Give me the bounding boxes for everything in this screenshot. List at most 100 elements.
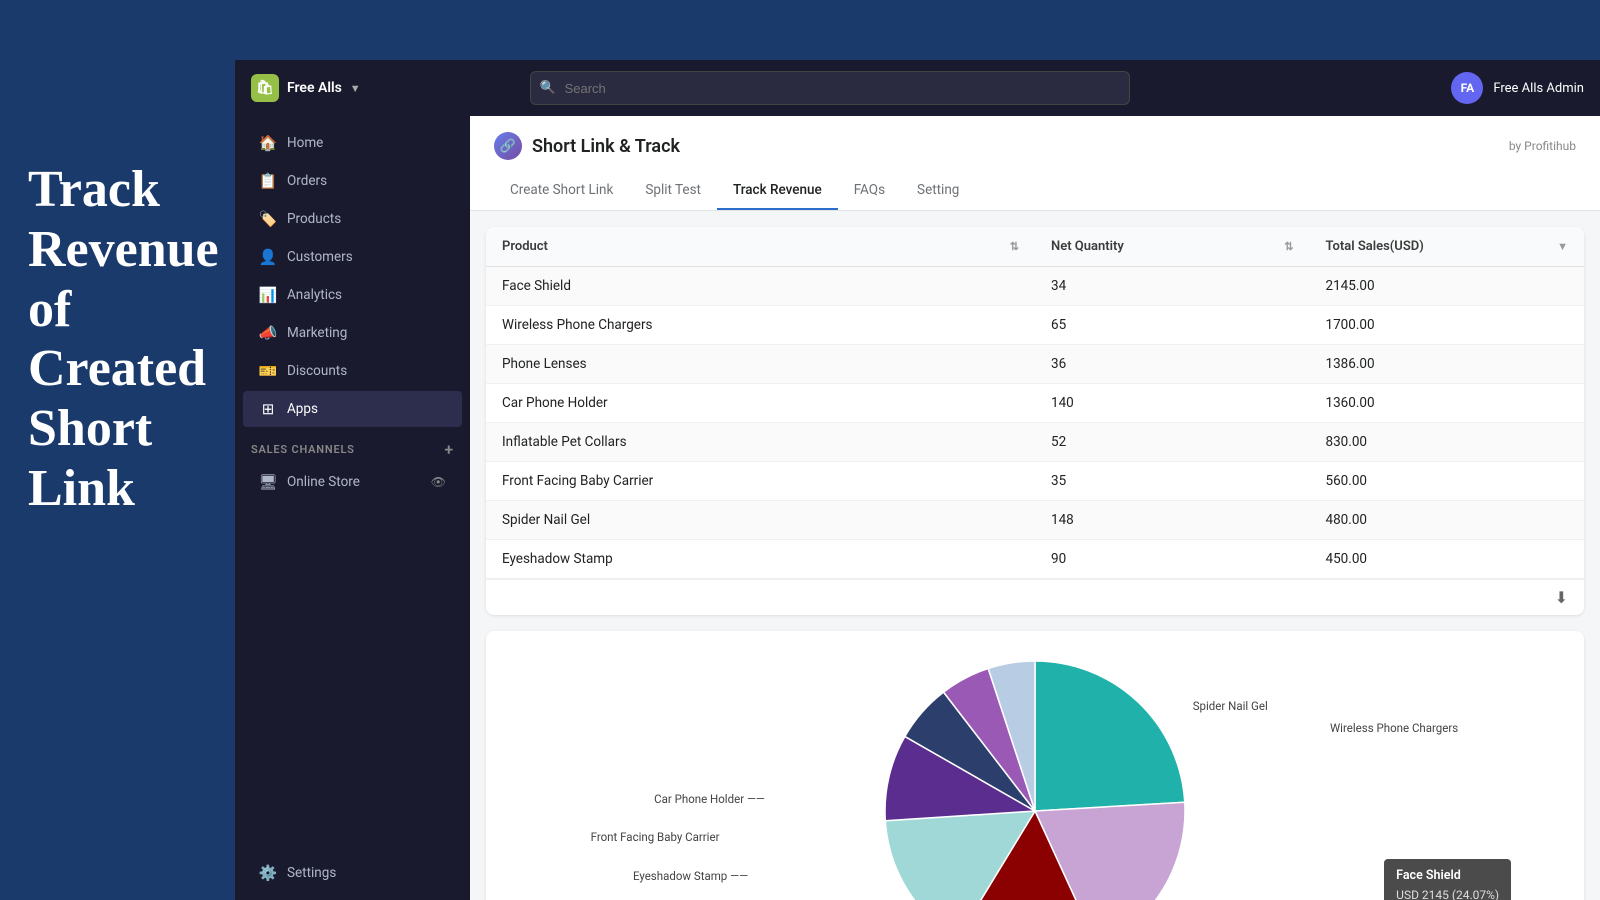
topbar: 🛍 Free Alls ▼ 🔍 FA Free Alls Admin [235, 60, 1600, 116]
table-row: Face Shield 34 2145.00 [486, 267, 1584, 306]
table-row: Wireless Phone Chargers 65 1700.00 [486, 306, 1584, 345]
chart-area: Spider Nail Gel Wireless Phone Chargers … [486, 631, 1584, 900]
table-row: Car Phone Holder 140 1360.00 [486, 384, 1584, 423]
tooltip-title: Face Shield [1396, 867, 1499, 886]
table-row: Inflatable Pet Collars 52 830.00 [486, 423, 1584, 462]
tab-split-test[interactable]: Split Test [629, 172, 717, 210]
cell-product: Eyeshadow Stamp [486, 540, 1035, 579]
sidebar-item-customers[interactable]: 👤 Customers [243, 239, 462, 275]
label-front-facing: Front Facing Baby Carrier [591, 830, 720, 844]
app-logo-icon: 🔗 [494, 132, 522, 160]
cell-qty: 34 [1035, 267, 1310, 306]
cell-sales: 1700.00 [1310, 306, 1585, 345]
table-row: Eyeshadow Stamp 90 450.00 [486, 540, 1584, 579]
avatar[interactable]: FA [1451, 72, 1483, 104]
tab-create-short-link[interactable]: Create Short Link [494, 172, 629, 210]
app-header: 🔗 Short Link & Track by Profitihub Creat… [470, 116, 1600, 211]
label-wireless-chargers: Wireless Phone Chargers [1330, 721, 1458, 735]
col-header-qty: Net Quantity ⇅ [1035, 227, 1310, 267]
sidebar-label-settings: Settings [287, 865, 336, 881]
tooltip-value: USD 2145 (24.07%) [1396, 886, 1499, 900]
product-sort-icon[interactable]: ⇅ [1010, 240, 1019, 253]
search-bar[interactable]: 🔍 [530, 71, 1130, 105]
cell-sales: 560.00 [1310, 462, 1585, 501]
search-input[interactable] [530, 71, 1130, 105]
cell-product: Wireless Phone Chargers [486, 306, 1035, 345]
revenue-table: Product ⇅ Net Quantity ⇅ [486, 227, 1584, 615]
sidebar-item-home[interactable]: 🏠 Home [243, 125, 462, 161]
by-profithub: by Profitihub [1509, 139, 1576, 153]
tabs: Create Short Link Split Test Track Reven… [494, 172, 1576, 210]
online-store-icon: 🖥 [259, 473, 277, 491]
online-store-eye-icon[interactable]: 👁 [431, 475, 446, 489]
sidebar-label-online-store: Online Store [287, 474, 360, 490]
cell-sales: 450.00 [1310, 540, 1585, 579]
app-title: 🔗 Short Link & Track [494, 132, 680, 160]
settings-icon: ⚙️ [259, 864, 277, 882]
sidebar-item-online-store[interactable]: 🖥 Online Store 👁 [243, 464, 462, 500]
home-icon: 🏠 [259, 134, 277, 152]
pie-chart-wrapper: Spider Nail Gel Wireless Phone Chargers … [506, 651, 1564, 900]
products-icon: 🏷️ [259, 210, 277, 228]
cell-product: Face Shield [486, 267, 1035, 306]
cell-sales: 1360.00 [1310, 384, 1585, 423]
sales-channels-header: SALES CHANNELS + [235, 428, 470, 463]
sidebar-item-analytics[interactable]: 📊 Analytics [243, 277, 462, 313]
table-row: Phone Lenses 36 1386.00 [486, 345, 1584, 384]
shopify-icon: 🛍 [251, 74, 279, 102]
admin-name: Free Alls Admin [1493, 81, 1584, 96]
cell-product: Front Facing Baby Carrier [486, 462, 1035, 501]
orders-icon: 📋 [259, 172, 277, 190]
sidebar-item-discounts[interactable]: 🎫 Discounts [243, 353, 462, 389]
sidebar-label-discounts: Discounts [287, 363, 347, 379]
apps-icon: ⊞ [259, 400, 277, 418]
discounts-icon: 🎫 [259, 362, 277, 380]
sidebar-label-products: Products [287, 211, 341, 227]
label-eyeshadow: Eyeshadow Stamp —— [633, 869, 748, 883]
pie-tooltip: Face Shield USD 2145 (24.07%) [1384, 859, 1511, 900]
cell-sales: 830.00 [1310, 423, 1585, 462]
tab-track-revenue[interactable]: Track Revenue [717, 172, 838, 210]
label-car-phone-holder: Car Phone Holder —— [654, 792, 765, 806]
download-button[interactable]: ⬇ [1555, 588, 1568, 607]
marketing-icon: 📣 [259, 324, 277, 342]
cell-qty: 90 [1035, 540, 1310, 579]
content-area: 🔗 Short Link & Track by Profitihub Creat… [470, 116, 1600, 900]
cell-qty: 148 [1035, 501, 1310, 540]
qty-sort-icon[interactable]: ⇅ [1284, 240, 1293, 253]
store-name: Free Alls [287, 80, 342, 96]
tab-setting[interactable]: Setting [901, 172, 975, 210]
sidebar-item-products[interactable]: 🏷️ Products [243, 201, 462, 237]
cell-product: Car Phone Holder [486, 384, 1035, 423]
pie-segment[interactable] [1035, 661, 1185, 811]
sidebar-item-orders[interactable]: 📋 Orders [243, 163, 462, 199]
pie-chart-svg [885, 661, 1185, 900]
cell-sales: 480.00 [1310, 501, 1585, 540]
sidebar-label-apps: Apps [287, 401, 318, 417]
cell-sales: 1386.00 [1310, 345, 1585, 384]
cell-sales: 2145.00 [1310, 267, 1585, 306]
sidebar-item-marketing[interactable]: 📣 Marketing [243, 315, 462, 351]
add-sales-channel-button[interactable]: + [444, 440, 454, 459]
store-dropdown-icon[interactable]: ▼ [350, 82, 361, 95]
cell-qty: 65 [1035, 306, 1310, 345]
sales-sort-icon[interactable]: ▼ [1557, 240, 1568, 253]
table-row: Spider Nail Gel 148 480.00 [486, 501, 1584, 540]
col-header-product: Product ⇅ [486, 227, 1035, 267]
sidebar: 🏠 Home 📋 Orders 🏷️ Products 👤 Customers … [235, 116, 470, 900]
search-icon: 🔍 [540, 81, 556, 96]
analytics-icon: 📊 [259, 286, 277, 304]
topbar-right: FA Free Alls Admin [1451, 72, 1584, 104]
label-spider-nail-gel: Spider Nail Gel [1193, 699, 1268, 713]
overlay-text: Track Revenue of Created Short Link [28, 160, 219, 519]
cell-product: Phone Lenses [486, 345, 1035, 384]
col-header-sales: Total Sales(USD) ▼ [1310, 227, 1585, 267]
tab-faqs[interactable]: FAQs [838, 172, 901, 210]
sidebar-label-home: Home [287, 135, 323, 151]
store-logo[interactable]: 🛍 Free Alls ▼ [251, 74, 361, 102]
sidebar-item-apps[interactable]: ⊞ Apps [243, 391, 462, 427]
sidebar-item-settings[interactable]: ⚙️ Settings [243, 855, 462, 891]
cell-qty: 52 [1035, 423, 1310, 462]
sidebar-label-customers: Customers [287, 249, 353, 265]
cell-qty: 36 [1035, 345, 1310, 384]
